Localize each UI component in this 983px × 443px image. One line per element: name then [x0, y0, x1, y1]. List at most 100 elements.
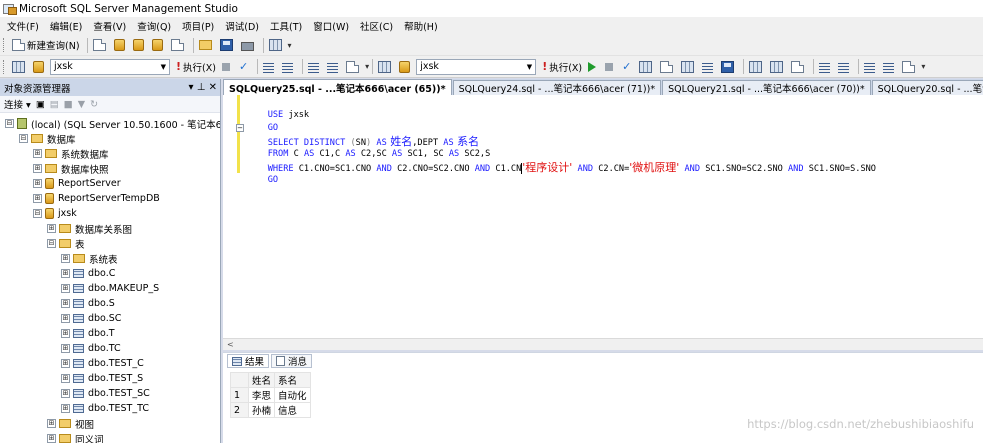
specify-values-button-2[interactable] [900, 58, 919, 75]
column-header[interactable]: 系名 [274, 372, 311, 388]
toolbar-grip[interactable] [3, 38, 6, 52]
expand-icon[interactable]: ⊞ [33, 179, 42, 188]
query-designer-button[interactable] [658, 58, 677, 75]
tree-node[interactable]: ⊞ dbo.MAKEUP_S [0, 281, 220, 296]
save-button[interactable] [218, 37, 237, 54]
expand-icon[interactable]: ⊞ [33, 149, 42, 158]
toolbar-overflow-icon[interactable]: ▾ [288, 41, 292, 50]
results-grid[interactable]: 姓名 系名 1 李思 自动化 2 孙楠 信息 [230, 372, 311, 418]
collapse-icon[interactable]: ⊟ [19, 134, 28, 143]
display-plan-button[interactable] [637, 58, 656, 75]
menu-edit[interactable]: 编辑(E) [50, 19, 82, 33]
specify-values-button[interactable] [344, 58, 363, 75]
increase-indent-button-2[interactable] [881, 58, 898, 75]
tree-node[interactable]: ⊞ 数据库关系图 [0, 221, 220, 236]
expand-icon[interactable]: ⊞ [47, 434, 56, 443]
menu-help[interactable]: 帮助(H) [404, 19, 438, 33]
expand-icon[interactable]: ⊞ [47, 224, 56, 233]
expand-icon[interactable]: ⊞ [61, 329, 70, 338]
tree-node[interactable]: ⊟ jxsk [0, 206, 220, 221]
tree-node[interactable]: ⊞ dbo.TEST_TC [0, 401, 220, 416]
tab-1[interactable]: SQLQuery25.sql - ...笔记本666\acer (65))* [223, 79, 452, 95]
tab-messages[interactable]: 消息 [271, 354, 313, 368]
filter-icon[interactable]: ▼ [78, 99, 85, 110]
decrease-indent-button[interactable] [306, 58, 323, 75]
expand-icon[interactable]: ⊞ [61, 314, 70, 323]
expand-icon[interactable]: ⊞ [47, 419, 56, 428]
row-number[interactable]: 1 [230, 387, 249, 403]
toolbar-grip[interactable] [3, 59, 6, 74]
print-button[interactable] [239, 37, 258, 54]
available-databases-select[interactable]: jxsk ▼ [50, 58, 170, 75]
tree-node[interactable]: ⊞ dbo.S [0, 296, 220, 311]
comment-button-2[interactable] [817, 58, 834, 75]
activity-monitor-button[interactable] [267, 37, 286, 54]
decrease-indent-button-2[interactable] [862, 58, 879, 75]
change-connection-button-2[interactable] [397, 58, 414, 75]
expand-icon[interactable]: ⊞ [61, 299, 70, 308]
expand-icon[interactable]: ⊞ [61, 269, 70, 278]
tree-node[interactable]: ⊞ ReportServerTempDB [0, 191, 220, 206]
parse-button-2[interactable]: ✓ [620, 58, 635, 75]
menu-query[interactable]: 查询(Q) [137, 19, 171, 33]
menu-tools[interactable]: 工具(T) [270, 19, 302, 33]
grid-cell[interactable]: 自动化 [274, 387, 311, 403]
grid-cell[interactable]: 信息 [274, 402, 311, 418]
toolbar-overflow-icon[interactable]: ▾ [921, 62, 925, 71]
expand-icon[interactable]: ⊞ [61, 374, 70, 383]
tab-results[interactable]: 结果 [227, 354, 270, 368]
column-header[interactable]: 姓名 [247, 372, 276, 388]
tree-node[interactable]: ⊞ 系统数据库 [0, 146, 220, 161]
tree-node[interactable]: ⊞ dbo.TEST_S [0, 371, 220, 386]
tab-2[interactable]: SQLQuery24.sql - ...笔记本666\acer (71))* [452, 80, 662, 95]
results-to-grid-button[interactable] [679, 58, 698, 75]
connect-button[interactable] [10, 58, 29, 75]
tree-node[interactable]: ⊞ 数据库快照 [0, 161, 220, 176]
scroll-left-icon[interactable]: < [227, 340, 234, 349]
tree-node[interactable]: ⊞ dbo.TEST_SC [0, 386, 220, 401]
tree-node[interactable]: ⊞ dbo.T [0, 326, 220, 341]
tab-3[interactable]: SQLQuery21.sql - ...笔记本666\acer (70))* [662, 80, 871, 95]
client-stats-button[interactable] [768, 58, 787, 75]
grid-cell[interactable]: 孙楠 [247, 402, 276, 418]
expand-icon[interactable]: ⊞ [61, 389, 70, 398]
sqlcmd-mode-button[interactable] [789, 58, 808, 75]
editor-horizontal-scrollbar[interactable]: < [223, 338, 983, 350]
uncomment-button-2[interactable] [836, 58, 853, 75]
tree-node[interactable]: ⊟ (local) (SQL Server 10.50.1600 - 笔记本666… [0, 116, 220, 131]
tree-node[interactable]: ⊞ dbo.C [0, 266, 220, 281]
connect-object-explorer-icon[interactable]: ▣ [36, 99, 45, 110]
debug-button[interactable] [586, 58, 601, 75]
cancel-query-button-2[interactable] [603, 58, 618, 75]
connect-dropdown[interactable]: 连接 ▾ [4, 97, 31, 111]
row-header-corner[interactable] [230, 372, 249, 388]
stop-icon[interactable]: ■ [64, 99, 73, 110]
table-row[interactable]: 2 孙楠 信息 [230, 402, 311, 418]
toolbar-overflow-icon[interactable]: ▾ [365, 62, 369, 71]
cancel-query-button[interactable] [220, 58, 235, 75]
open-file-button[interactable] [197, 37, 216, 54]
tree-node[interactable]: ⊞ dbo.SC [0, 311, 220, 326]
expand-icon[interactable]: ⊞ [61, 254, 70, 263]
expand-icon[interactable]: ⊞ [33, 194, 42, 203]
table-row[interactable]: 1 李思 自动化 [230, 387, 311, 403]
comment-button[interactable] [261, 58, 278, 75]
results-to-file-button[interactable] [719, 58, 738, 75]
menu-project[interactable]: 项目(P) [182, 19, 214, 33]
tree-node[interactable]: ⊞ dbo.TEST_C [0, 356, 220, 371]
tree-node[interactable]: ⊞ 同义词 [0, 431, 220, 443]
new-file-button[interactable] [91, 37, 110, 54]
tree-node[interactable]: ⊞ 视图 [0, 416, 220, 431]
tree-node[interactable]: ⊟ 数据库 [0, 131, 220, 146]
db-engine-query-button[interactable] [112, 37, 129, 54]
expand-icon[interactable]: ⊞ [61, 284, 70, 293]
available-databases-select-2[interactable]: jxsk ▼ [416, 58, 537, 75]
tree-node[interactable]: ⊞ ReportServer [0, 176, 220, 191]
menu-view[interactable]: 查看(V) [93, 19, 126, 33]
code-fold-toggle[interactable]: − [236, 124, 244, 132]
tree-node[interactable]: ⊞ 系统表 [0, 251, 220, 266]
uncomment-button[interactable] [280, 58, 297, 75]
refresh-icon[interactable]: ↻ [90, 99, 98, 110]
results-to-text-button[interactable] [700, 58, 717, 75]
increase-indent-button[interactable] [325, 58, 342, 75]
